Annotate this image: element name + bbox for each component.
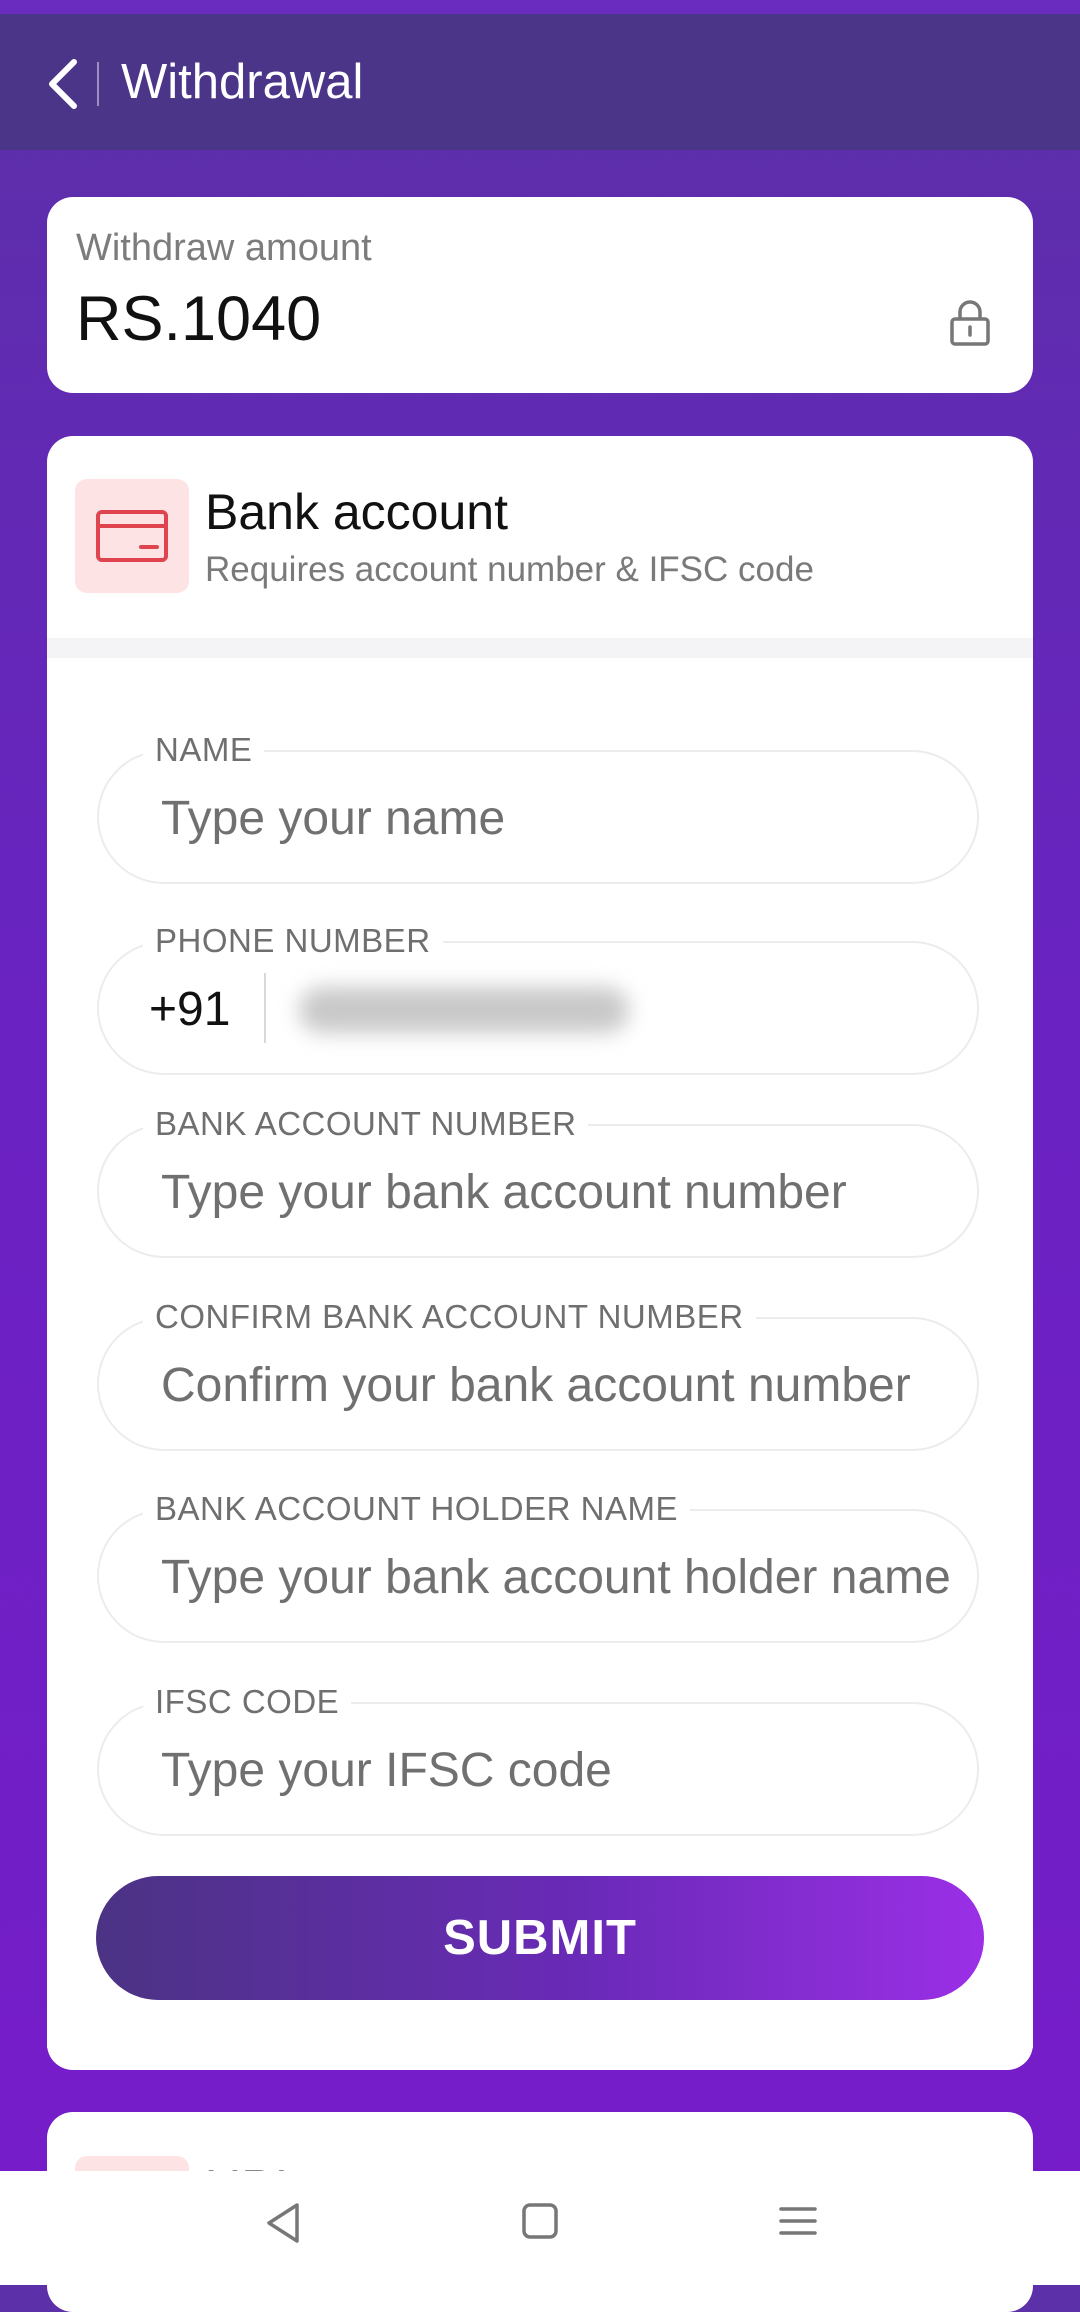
country-code: +91 (149, 983, 231, 1036)
ifsc-input[interactable] (161, 1734, 951, 1806)
nav-back-button[interactable] (253, 2201, 313, 2257)
bank-account-card: Bank account Requires account number & I… (47, 436, 1033, 2070)
withdraw-amount-card: Withdraw amount RS.1040 (47, 197, 1033, 393)
withdraw-amount-value: RS.1040 (76, 284, 322, 354)
bank-icon-box (75, 479, 189, 593)
triangle-back-icon (267, 2203, 299, 2243)
account-holder-label: BANK ACCOUNT HOLDER NAME (143, 1489, 690, 1529)
name-field: NAME (97, 730, 979, 884)
header-divider (97, 62, 99, 106)
withdraw-amount-label: Withdraw amount (76, 227, 372, 269)
confirm-account-number-input[interactable] (161, 1349, 951, 1421)
name-input[interactable] (161, 782, 951, 854)
chevron-left-icon (49, 59, 77, 109)
section-divider (47, 638, 1033, 658)
account-holder-field: BANK ACCOUNT HOLDER NAME (97, 1489, 979, 1643)
phone-divider (264, 973, 266, 1043)
square-home-icon (522, 2203, 558, 2239)
nav-home-button[interactable] (510, 2201, 570, 2257)
confirm-account-number-field: CONFIRM BANK ACCOUNT NUMBER (97, 1297, 979, 1451)
bank-account-title: Bank account (205, 484, 508, 540)
phone-input[interactable] (299, 987, 629, 1033)
account-holder-input[interactable] (161, 1541, 951, 1613)
lock-icon (950, 300, 990, 346)
phone-field: PHONE NUMBER +91 (97, 921, 979, 1075)
confirm-account-number-label: CONFIRM BANK ACCOUNT NUMBER (143, 1297, 756, 1337)
ifsc-label: IFSC CODE (143, 1682, 352, 1722)
menu-icon (779, 2207, 817, 2235)
nav-menu-button[interactable] (768, 2201, 828, 2257)
name-label: NAME (143, 730, 265, 770)
bank-form: NAME PHONE NUMBER +91 BANK ACCOUNT NUMBE… (47, 658, 1033, 2048)
credit-card-icon (96, 510, 168, 562)
account-number-label: BANK ACCOUNT NUMBER (143, 1104, 589, 1144)
bank-account-header[interactable]: Bank account Requires account number & I… (47, 436, 1033, 638)
system-nav-bar (0, 2171, 1080, 2285)
account-number-field: BANK ACCOUNT NUMBER (97, 1104, 979, 1258)
app-header: Withdrawal (0, 14, 1080, 150)
ifsc-field: IFSC CODE (97, 1682, 979, 1836)
back-button[interactable] (42, 54, 86, 114)
account-number-input[interactable] (161, 1156, 951, 1228)
page-title: Withdrawal (121, 55, 364, 109)
submit-button[interactable]: SUBMIT (96, 1876, 984, 2000)
bank-account-subtitle: Requires account number & IFSC code (205, 550, 814, 589)
phone-label: PHONE NUMBER (143, 921, 443, 961)
status-bar (0, 0, 1080, 14)
